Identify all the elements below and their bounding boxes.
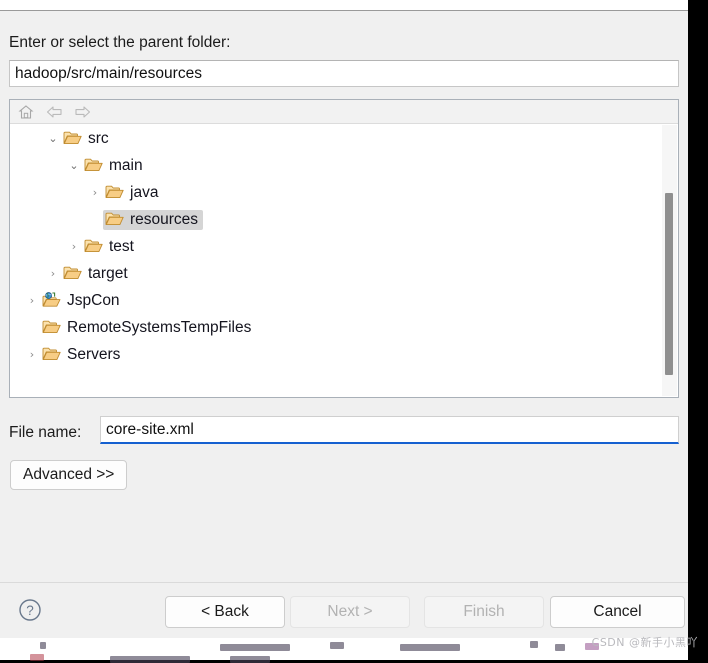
back-button[interactable]: < Back	[165, 596, 285, 628]
tree-item-src[interactable]: ⌄ src	[10, 125, 678, 152]
forward-arrow-icon[interactable]	[73, 103, 91, 121]
tree-item-chip[interactable]: java	[103, 183, 163, 203]
chevron-right-icon[interactable]: ›	[45, 268, 61, 279]
svg-text:?: ?	[26, 603, 34, 618]
home-icon[interactable]	[17, 103, 35, 121]
advanced-button[interactable]: Advanced >>	[10, 460, 127, 490]
tree-item-jspcon[interactable]: › JspCon	[10, 287, 678, 314]
tree-item-chip[interactable]: main	[82, 156, 148, 176]
tree-item-label: src	[88, 130, 109, 147]
folder-icon	[84, 238, 103, 254]
finish-button: Finish	[424, 596, 544, 628]
folder-icon	[63, 130, 82, 146]
editor-ghost-text	[330, 642, 344, 649]
chevron-right-icon[interactable]: ›	[24, 349, 40, 360]
chevron-right-icon[interactable]: ›	[24, 295, 40, 306]
tree-item-label: Servers	[67, 346, 120, 363]
editor-behind-dialog	[0, 638, 688, 660]
folder-icon	[84, 157, 103, 173]
tree-scrollbar[interactable]	[662, 125, 677, 396]
tree-item-chip[interactable]: Servers	[40, 345, 125, 365]
tree-item-chip[interactable]: RemoteSystemsTempFiles	[40, 318, 256, 338]
tree-item-label: main	[109, 157, 143, 174]
folder-icon	[42, 319, 61, 335]
new-file-wizard-dialog: Enter or select the parent folder:	[0, 0, 688, 638]
editor-ghost-text	[220, 644, 290, 651]
folder-icon	[63, 265, 82, 281]
chevron-down-icon[interactable]: ⌄	[45, 133, 61, 144]
parent-folder-input[interactable]	[9, 60, 679, 87]
tree-toolbar	[10, 100, 678, 124]
tree-item-resources[interactable]: resources	[10, 206, 678, 233]
editor-ghost-text	[555, 644, 565, 651]
tree-item-label: resources	[130, 211, 198, 228]
editor-ghost-text	[530, 641, 538, 648]
next-button: Next >	[290, 596, 410, 628]
tree-item-selected[interactable]: resources	[103, 210, 203, 230]
csdn-watermark: CSDN @新手小黑吖	[592, 634, 698, 650]
help-icon[interactable]: ?	[17, 597, 43, 623]
chevron-right-icon[interactable]: ›	[87, 187, 103, 198]
tree-item-label: java	[130, 184, 158, 201]
wizard-page: Enter or select the parent folder:	[0, 12, 688, 582]
tree-item-main[interactable]: ⌄ main	[10, 152, 678, 179]
tree-item-chip[interactable]: JspCon	[40, 291, 125, 311]
folder-icon	[42, 346, 61, 362]
tree-item-chip[interactable]: src	[61, 129, 114, 149]
chevron-right-icon[interactable]: ›	[66, 241, 82, 252]
tree-item-chip[interactable]: test	[82, 237, 139, 257]
dialog-title-strip	[0, 0, 688, 11]
file-name-input[interactable]	[100, 416, 679, 444]
parent-folder-label: Enter or select the parent folder:	[9, 34, 230, 52]
cancel-button[interactable]: Cancel	[550, 596, 685, 628]
web-project-icon	[42, 292, 61, 308]
tree-item-remotesystemstempfiles[interactable]: RemoteSystemsTempFiles	[10, 314, 678, 341]
screen-right-edge	[688, 0, 708, 660]
tree-item-java[interactable]: › java	[10, 179, 678, 206]
file-name-label: File name:	[9, 424, 81, 442]
editor-ghost-text	[40, 642, 46, 649]
tree-item-target[interactable]: › target	[10, 260, 678, 287]
dialog-button-bar: ? < Back Next > Finish Cancel	[0, 582, 688, 638]
tree-item-servers[interactable]: › Servers	[10, 341, 678, 368]
tree-item-chip[interactable]: target	[61, 264, 133, 284]
editor-ghost-text	[400, 644, 460, 651]
folder-icon	[105, 211, 124, 227]
tree-item-label: target	[88, 265, 128, 282]
tree-item-test[interactable]: › test	[10, 233, 678, 260]
chevron-down-icon[interactable]: ⌄	[66, 160, 82, 171]
tree-item-label: RemoteSystemsTempFiles	[67, 319, 251, 336]
back-arrow-icon[interactable]	[45, 103, 63, 121]
tree-scrollbar-thumb[interactable]	[665, 193, 673, 375]
folder-icon	[105, 184, 124, 200]
folder-tree-panel: ⌄ src ⌄ main › java resources › test › target › JspC…	[9, 99, 679, 398]
tree-item-label: JspCon	[67, 292, 120, 309]
folder-tree-list[interactable]: ⌄ src ⌄ main › java resources › test › target › JspC…	[10, 125, 678, 397]
tree-item-label: test	[109, 238, 134, 255]
